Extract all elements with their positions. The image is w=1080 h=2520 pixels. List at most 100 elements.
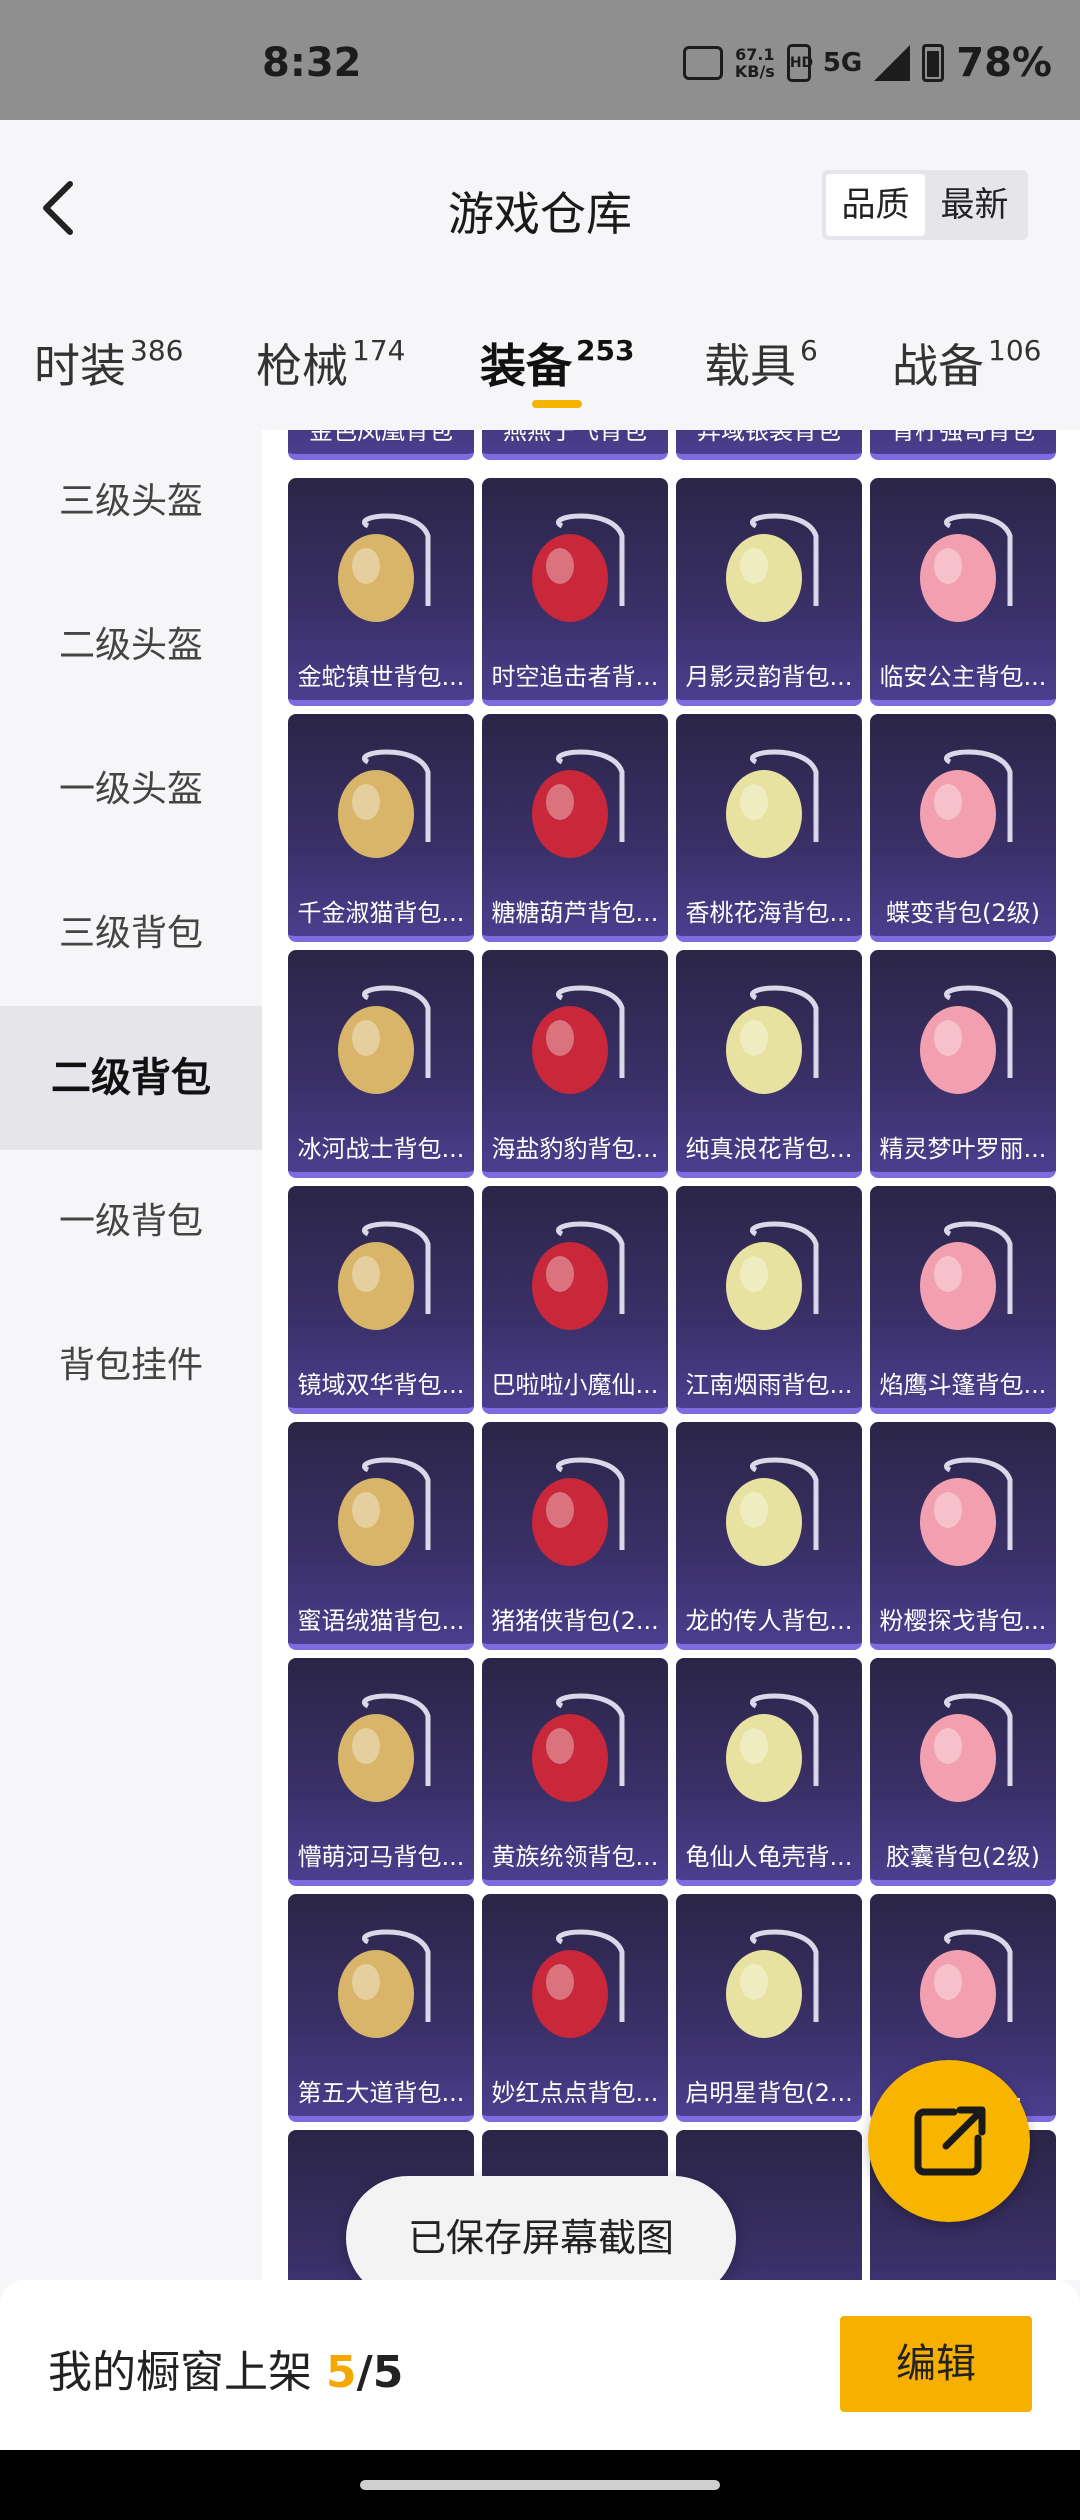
item-card[interactable]: 黄族统领背包... (482, 1658, 668, 1886)
backpack-icon (726, 1221, 819, 1330)
tab-vehicles[interactable]: 载具 6 (704, 330, 818, 396)
backpack-icon (338, 985, 431, 1094)
item-card[interactable]: 青柠强哥背包 (870, 430, 1056, 460)
sort-newest-button[interactable]: 最新 (925, 174, 1024, 236)
backpack-icon (532, 1221, 625, 1330)
item-card[interactable]: 时空追击者背... (482, 478, 668, 706)
item-name: 金蛇镇世背包... (297, 663, 465, 691)
home-gesture-handle[interactable] (360, 2480, 720, 2490)
status-bar: 8:32 67.1 KB/s HD 5G 78% (0, 0, 1080, 120)
item-name: 蝶变背包(2级) (886, 899, 1040, 927)
backpack-icon (338, 1457, 431, 1566)
item-name: 焰鹰斗篷背包... (879, 1371, 1047, 1399)
sidebar-item-level1-helmet[interactable]: 一级头盔 (0, 718, 262, 862)
backpack-icon (338, 1929, 431, 2038)
signal-icon (874, 45, 911, 81)
item-card[interactable]: 启明星背包(2... (676, 1894, 862, 2122)
item-card[interactable]: 燕燕于飞背包 (482, 430, 668, 460)
hd-icon: HD (786, 44, 813, 82)
item-card[interactable]: 异域银装背包 (676, 430, 862, 460)
clock: 8:32 (262, 40, 362, 86)
vibrate-icon (682, 46, 723, 80)
item-card[interactable]: 蝶变背包(2级) (870, 714, 1056, 942)
item-name: 粉樱探戈背包... (879, 1607, 1047, 1635)
backpack-icon (532, 749, 625, 858)
item-name: 第五大道背包... (297, 2079, 465, 2107)
sort-quality-button[interactable]: 品质 (826, 174, 925, 236)
tab-guns[interactable]: 枪械 174 (256, 330, 405, 396)
item-name: 懵萌河马背包... (297, 1843, 465, 1871)
item-card[interactable]: 焰鹰斗篷背包... (870, 1186, 1056, 1414)
status-icons: 67.1 KB/s HD 5G 78% (682, 40, 1052, 86)
edit-button[interactable]: 编辑 (840, 2316, 1032, 2412)
item-card[interactable]: 金蛇镇世背包... (288, 478, 474, 706)
item-card[interactable]: 猪猪侠背包(2... (482, 1422, 668, 1650)
item-name: 猪猪侠背包(2... (491, 1607, 659, 1635)
sidebar-item-level1-backpack[interactable]: 一级背包 (0, 1150, 262, 1294)
item-grid: 金色凤凰背包 燕燕于飞背包 异域银装背包 青柠强哥背包金蛇镇世背包... 时空追击者背.… (262, 430, 1080, 2280)
app-header: 游戏仓库 品质 最新 (0, 120, 1080, 290)
sidebar-item-backpack-charm[interactable]: 背包挂件 (0, 1294, 262, 1438)
backpack-icon (532, 1457, 625, 1566)
item-card[interactable]: 巴啦啦小魔仙... (482, 1186, 668, 1414)
item-name: 时空追击者背... (491, 663, 659, 691)
backpack-icon (920, 1693, 1013, 1802)
share-external-icon (914, 2106, 986, 2176)
backpack-icon (726, 749, 819, 858)
sort-toggle: 品质 最新 (822, 170, 1028, 240)
backpack-icon (532, 513, 625, 622)
backpack-icon (920, 1221, 1013, 1330)
item-card[interactable]: 镜域双华背包... (288, 1186, 474, 1414)
item-name: 纯真浪花背包... (685, 1135, 853, 1163)
showcase-current: 5 (326, 2347, 357, 2398)
item-card[interactable]: 龟仙人龟壳背... (676, 1658, 862, 1886)
backpack-icon (726, 1929, 819, 2038)
item-card[interactable]: 妙红点点背包... (482, 1894, 668, 2122)
item-name: 蜜语绒猫背包... (297, 1607, 465, 1635)
item-name: 异域银装背包 (697, 430, 841, 445)
item-name: 千金淑猫背包... (297, 899, 465, 927)
item-card[interactable]: 懵萌河马背包... (288, 1658, 474, 1886)
item-card[interactable]: 临安公主背包... (870, 478, 1056, 706)
item-card[interactable]: 粉樱探戈背包... (870, 1422, 1056, 1650)
backpack-icon (920, 513, 1013, 622)
item-card[interactable]: 纯真浪花背包... (676, 950, 862, 1178)
system-nav-bar (0, 2450, 1080, 2520)
item-card[interactable]: 精灵梦叶罗丽... (870, 950, 1056, 1178)
item-name: 黄族统领背包... (491, 1843, 659, 1871)
backpack-icon (532, 1929, 625, 2038)
item-name: 精灵梦叶罗丽... (879, 1135, 1047, 1163)
tab-equipment[interactable]: 装备 253 (480, 330, 634, 396)
item-name: 金色凤凰背包 (309, 430, 453, 445)
item-card[interactable]: 糖糖葫芦背包... (482, 714, 668, 942)
sidebar-item-level2-backpack[interactable]: 二级背包 (0, 1006, 262, 1150)
backpack-icon (726, 1693, 819, 1802)
battery-percent: 78% (956, 40, 1052, 86)
tab-supplies[interactable]: 战备 106 (892, 330, 1041, 396)
item-name: 龟仙人龟壳背... (685, 1843, 853, 1871)
item-card[interactable]: 千金淑猫背包... (288, 714, 474, 942)
item-name: 临安公主背包... (879, 663, 1047, 691)
item-card[interactable]: 冰河战士背包... (288, 950, 474, 1178)
showcase-count-label: 我的橱窗上架 5/5 (48, 2347, 404, 2398)
showcase-total: 5 (372, 2347, 404, 2398)
item-card[interactable]: 第五大道背包... (288, 1894, 474, 2122)
item-card[interactable]: 龙的传人背包... (676, 1422, 862, 1650)
backpack-icon (726, 513, 819, 622)
backpack-icon (726, 985, 819, 1094)
sidebar-item-level2-helmet[interactable]: 二级头盔 (0, 574, 262, 718)
item-card[interactable]: 江南烟雨背包... (676, 1186, 862, 1414)
item-card[interactable]: 胶囊背包(2级) (870, 1658, 1056, 1886)
backpack-icon (338, 749, 431, 858)
item-card[interactable]: 海盐豹豹背包... (482, 950, 668, 1178)
item-card[interactable]: 香桃花海背包... (676, 714, 862, 942)
active-tab-indicator (532, 400, 582, 408)
item-card[interactable]: 月影灵韵背包... (676, 478, 862, 706)
backpack-icon (920, 1929, 1013, 2038)
sidebar-item-level3-backpack[interactable]: 三级背包 (0, 862, 262, 1006)
tab-fashion[interactable]: 时装 386 (34, 330, 183, 396)
share-button[interactable] (868, 2060, 1030, 2222)
item-card[interactable]: 蜜语绒猫背包... (288, 1422, 474, 1650)
sidebar-item-level3-helmet[interactable]: 三级头盔 (0, 430, 262, 574)
item-card[interactable]: 金色凤凰背包 (288, 430, 474, 460)
